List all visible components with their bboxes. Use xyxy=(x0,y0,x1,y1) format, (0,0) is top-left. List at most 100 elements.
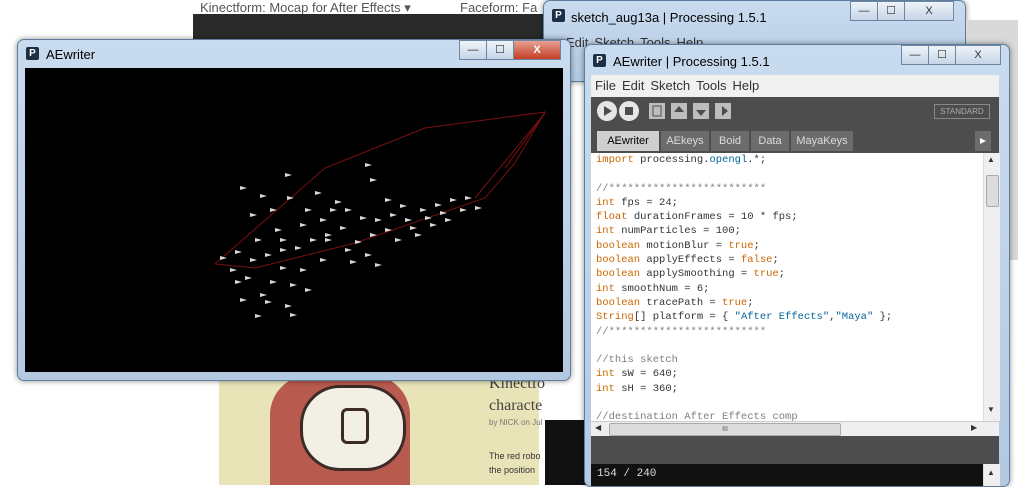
particle-arrow xyxy=(295,246,302,250)
code-line: boolean applySmoothing = true; xyxy=(596,268,786,281)
minimize-button[interactable]: — xyxy=(459,40,487,60)
run-button[interactable] xyxy=(597,101,617,121)
browser-tab-faceform[interactable]: Faceform: Fa xyxy=(460,0,542,14)
arrow-right-icon xyxy=(980,138,986,144)
particle-arrow xyxy=(260,194,267,198)
particle-arrow xyxy=(435,203,442,207)
particle-arrow xyxy=(320,218,327,222)
menu-sketch[interactable]: Sketch xyxy=(650,78,690,93)
tab-label: Faceform: Fa xyxy=(460,0,538,14)
minimize-button[interactable]: — xyxy=(850,1,878,21)
aewriter-window[interactable]: P AEwriter — ☐ X xyxy=(17,39,571,381)
close-button[interactable]: X xyxy=(955,45,1001,65)
particle-arrow xyxy=(475,206,482,210)
scroll-thumb[interactable]: III xyxy=(609,423,841,436)
maximize-button[interactable]: ☐ xyxy=(486,40,514,60)
console-scrollbar[interactable]: ▲ xyxy=(983,464,1000,486)
new-file-icon xyxy=(652,105,662,117)
scroll-up-icon[interactable]: ▲ xyxy=(987,468,995,477)
particle-arrow xyxy=(390,213,397,217)
tab-boid[interactable]: Boid xyxy=(711,131,749,151)
particle-arrow xyxy=(270,280,277,284)
tab-aekeys[interactable]: AEkeys xyxy=(661,131,709,151)
particle-arrow xyxy=(255,314,262,318)
particle-arrow xyxy=(375,263,382,267)
minimize-button[interactable]: — xyxy=(901,45,929,65)
open-arrow-icon xyxy=(674,106,684,112)
stop-icon xyxy=(625,107,633,115)
code-line: String[] platform = { "After Effects","M… xyxy=(596,311,893,324)
particle-arrow xyxy=(305,208,312,212)
particle-arrow xyxy=(315,191,322,195)
particle-arrow xyxy=(330,208,337,212)
code-line: int sH = 360; xyxy=(596,382,678,395)
particle-arrow xyxy=(410,226,417,230)
scroll-thumb[interactable] xyxy=(986,175,999,207)
code-line: int sW = 640; xyxy=(596,368,678,381)
open-button[interactable] xyxy=(671,103,687,119)
browser-tab-kinectform[interactable]: Kinectform: Mocap for After Effects ▾ xyxy=(200,0,450,14)
code-editor[interactable]: import processing.opengl.*; //**********… xyxy=(591,153,988,421)
particle-arrow xyxy=(360,216,367,220)
menu-file[interactable]: File xyxy=(595,78,616,93)
particle-arrow xyxy=(300,223,307,227)
particle-arrow xyxy=(325,233,332,237)
tab-aewriter[interactable]: AEwriter xyxy=(597,131,659,151)
editor-window[interactable]: P AEwriter | Processing 1.5.1 — ☐ X File… xyxy=(584,44,1010,487)
particle-arrow xyxy=(280,266,287,270)
code-line: boolean tracePath = true; xyxy=(596,296,754,309)
scroll-right-icon[interactable]: ▶ xyxy=(971,423,977,432)
tab-menu-button[interactable] xyxy=(975,131,991,151)
particle-arrow xyxy=(350,260,357,264)
particle-arrow xyxy=(345,208,352,212)
particle-arrow xyxy=(250,258,257,262)
sketch-canvas[interactable] xyxy=(25,68,563,372)
particle-arrow xyxy=(370,178,377,182)
particle-arrow xyxy=(450,198,457,202)
export-button[interactable] xyxy=(715,103,731,119)
close-button[interactable]: X xyxy=(513,40,561,60)
particle-arrow xyxy=(305,288,312,292)
menu-edit[interactable]: Edit xyxy=(622,78,644,93)
code-horizontal-scrollbar[interactable]: ◀ III ▶ xyxy=(591,421,999,436)
trace-path xyxy=(214,111,546,269)
close-button[interactable]: X xyxy=(904,1,954,21)
particle-arrow xyxy=(285,173,292,177)
console-output: 154 / 240 xyxy=(591,464,983,486)
save-arrow-icon xyxy=(696,110,706,116)
code-line: import processing.opengl.*; xyxy=(596,154,767,166)
trace-path-line xyxy=(214,111,546,269)
new-button[interactable] xyxy=(649,103,665,119)
tab-mayakeys[interactable]: MayaKeys xyxy=(791,131,853,151)
menu-tools[interactable]: Tools xyxy=(696,78,726,93)
menu-help[interactable]: Help xyxy=(732,78,759,93)
maximize-button[interactable]: ☐ xyxy=(877,1,905,21)
article-excerpt-line: The red robo xyxy=(489,451,541,461)
particle-arrow xyxy=(250,213,257,217)
particle-arrow xyxy=(280,248,287,252)
code-vertical-scrollbar[interactable]: ▲ ▼ xyxy=(983,153,1000,421)
scroll-down-icon[interactable]: ▼ xyxy=(987,405,995,414)
scroll-up-icon[interactable]: ▲ xyxy=(987,155,995,164)
particle-arrow xyxy=(275,228,282,232)
tab-data[interactable]: Data xyxy=(751,131,789,151)
particle-arrow xyxy=(255,238,262,242)
scroll-left-icon[interactable]: ◀ xyxy=(595,423,601,432)
particle-arrow xyxy=(430,223,437,227)
particle-arrow xyxy=(375,218,382,222)
mode-selector[interactable]: STANDARD xyxy=(934,104,990,119)
particle-arrow xyxy=(420,208,427,212)
particle-arrow xyxy=(460,208,467,212)
editor-tabbar: AEwriter AEkeys Boid Data MayaKeys xyxy=(591,125,999,153)
processing-app-icon: P xyxy=(26,47,39,60)
save-button[interactable] xyxy=(693,103,709,119)
stop-button[interactable] xyxy=(619,101,639,121)
maximize-button[interactable]: ☐ xyxy=(928,45,956,65)
console-line: 154 / 240 xyxy=(597,468,657,480)
code-line: //************************* xyxy=(596,182,767,195)
particle-arrow xyxy=(265,253,272,257)
particle-arrow xyxy=(415,233,422,237)
article-excerpt: The red robo the position xyxy=(489,449,541,477)
particle-arrow xyxy=(345,248,352,252)
